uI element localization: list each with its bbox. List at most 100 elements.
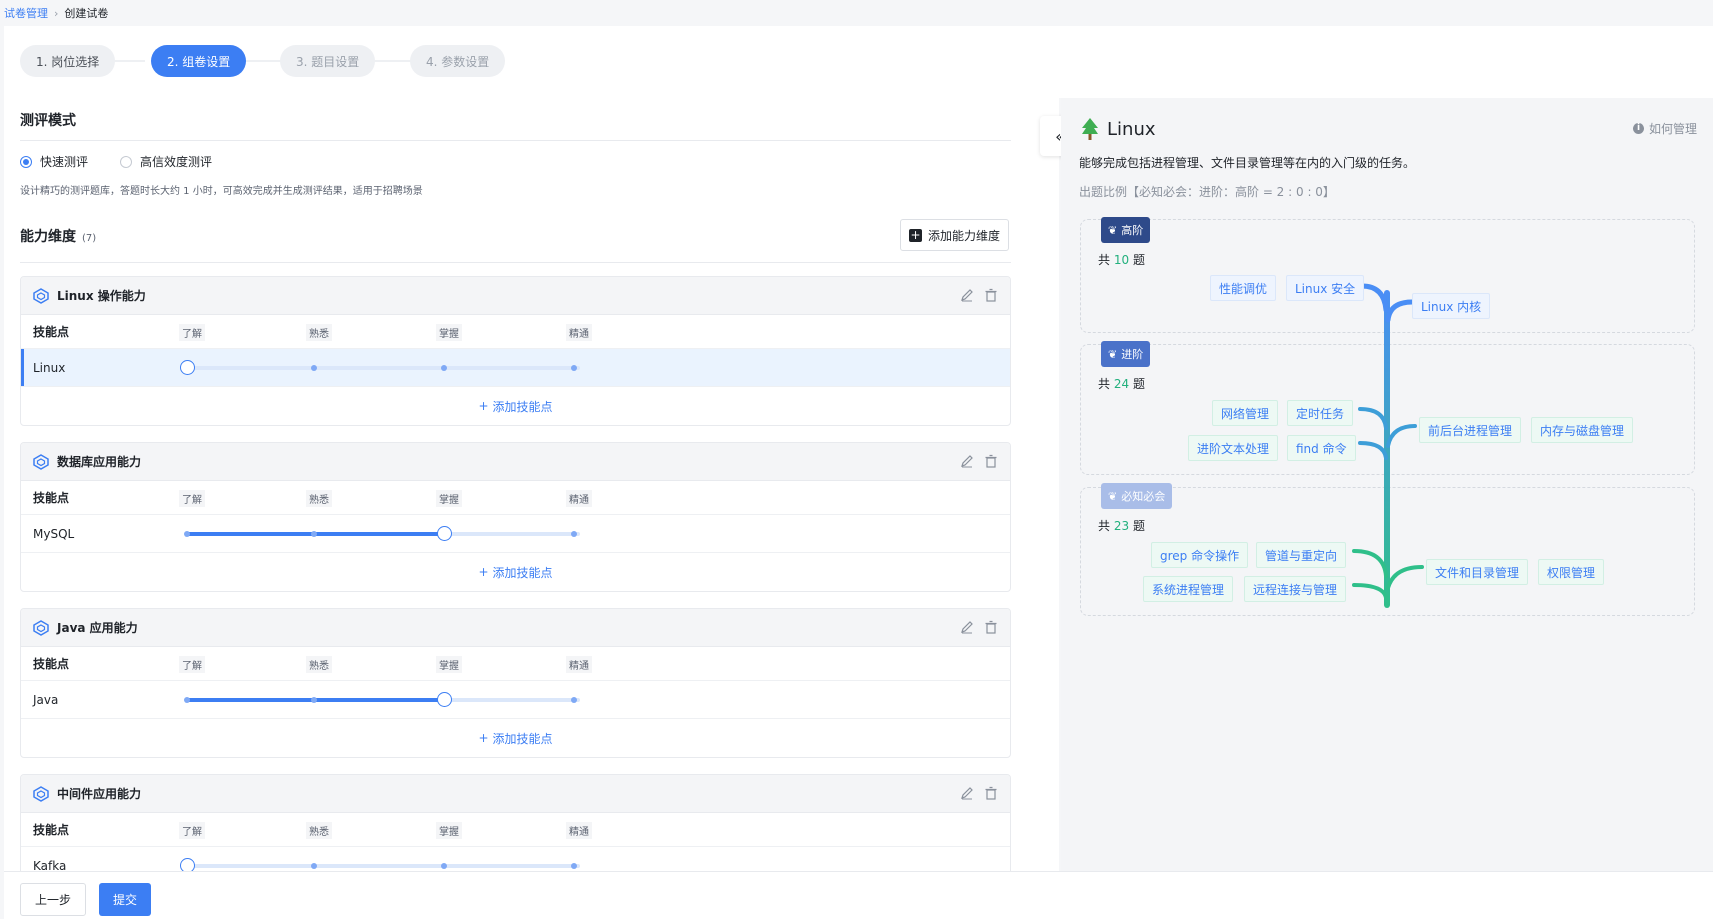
- topic-tag[interactable]: 进阶文本处理: [1188, 435, 1279, 461]
- trash-icon[interactable]: [984, 454, 998, 471]
- radio-quick[interactable]: 快速测评: [20, 153, 88, 170]
- how-to-manage-link[interactable]: i 如何管理: [1632, 120, 1697, 137]
- submit-button[interactable]: 提交: [99, 883, 152, 916]
- leaf-icon: ❦: [1108, 489, 1118, 503]
- radio-label: 快速测评: [40, 155, 89, 169]
- skill-name: Kafka: [33, 859, 67, 871]
- tree-title: Linux: [1081, 118, 1156, 140]
- trash-icon[interactable]: [984, 786, 998, 803]
- hexagon-icon: [33, 619, 49, 636]
- config-panel: 测评模式 快速测评 高信效度测评 设计精巧的测评题库，答题时长大约 1 小时，可…: [4, 98, 1059, 871]
- plus-icon: +: [478, 565, 489, 579]
- slider-handle[interactable]: [180, 858, 195, 871]
- panel-description: 能够完成包括进程管理、文件目录管理等在内的入门级的任务。: [1079, 156, 1416, 170]
- ability-card-header: 中间件应用能力: [21, 775, 1010, 813]
- trash-icon[interactable]: [984, 288, 998, 305]
- level-slider[interactable]: [180, 858, 580, 871]
- add-skill-label: 添加技能点: [492, 731, 553, 746]
- topic-tag[interactable]: 远程连接与管理: [1244, 576, 1347, 602]
- tier-count-number: 24: [1113, 377, 1130, 391]
- ability-card: 中间件应用能力 技能点 了解 熟悉 掌握 精通 Kafka: [20, 774, 1011, 871]
- chevron-right-icon: ›: [54, 6, 59, 20]
- slider-tick: [441, 863, 447, 869]
- panel-ratio: 出题比例【必知必会：进阶：高阶 = 2 : 0 : 0】: [1079, 185, 1335, 199]
- tier-count-number: 10: [1113, 253, 1130, 267]
- trash-icon[interactable]: [984, 620, 998, 637]
- level-label: 精通: [566, 490, 592, 507]
- slider-tick: [441, 365, 447, 371]
- ability-title: 数据库应用能力: [57, 455, 142, 469]
- breadcrumb-parent-link[interactable]: 试卷管理: [4, 5, 48, 21]
- topic-tag[interactable]: grep 命令操作: [1151, 542, 1249, 568]
- skill-table-header: 技能点 了解 熟悉 掌握 精通: [21, 647, 1010, 681]
- level-label: 熟悉: [306, 822, 332, 839]
- skill-header-label: 技能点: [33, 657, 70, 671]
- level-label: 熟悉: [306, 490, 332, 507]
- edit-icon[interactable]: [960, 620, 974, 637]
- topic-tag[interactable]: 定时任务: [1287, 400, 1354, 426]
- skill-header-label: 技能点: [33, 325, 70, 339]
- skill-row[interactable]: MySQL: [21, 515, 1010, 553]
- skill-row[interactable]: Linux: [21, 349, 1010, 387]
- edit-icon[interactable]: [960, 454, 974, 471]
- level-slider[interactable]: [180, 360, 580, 375]
- step-2[interactable]: 2. 组卷设置: [151, 45, 247, 77]
- slider-tick: [571, 365, 577, 371]
- topic-tag[interactable]: 内存与磁盘管理: [1531, 417, 1634, 443]
- step-connector: [370, 60, 415, 62]
- topic-tag[interactable]: 性能调优: [1210, 275, 1277, 301]
- add-skill-button[interactable]: + 添加技能点: [21, 719, 1010, 757]
- slider-tick: [184, 531, 190, 537]
- add-ability-label: 添加能力维度: [928, 228, 1001, 243]
- add-ability-button[interactable]: + 添加能力维度: [900, 219, 1010, 251]
- level-label: 精通: [566, 822, 592, 839]
- level-label: 了解: [179, 822, 205, 839]
- hexagon-icon: [33, 287, 49, 304]
- tier-badge-basic: ❦ 必知必会: [1101, 483, 1173, 509]
- radio-high[interactable]: 高信效度测评: [120, 153, 212, 170]
- edit-icon[interactable]: [960, 786, 974, 803]
- hexagon-icon: [33, 785, 49, 802]
- slider-handle[interactable]: [437, 526, 452, 541]
- skill-row[interactable]: Java: [21, 681, 1010, 719]
- add-skill-button[interactable]: + 添加技能点: [21, 387, 1010, 425]
- leaf-icon: ❦: [1108, 223, 1118, 237]
- slider-tick: [311, 365, 317, 371]
- abilities-count: (7): [82, 233, 97, 244]
- edit-icon[interactable]: [960, 288, 974, 305]
- tree-icon: [1082, 118, 1098, 140]
- skill-name: Linux: [33, 361, 66, 375]
- level-slider[interactable]: [184, 692, 580, 707]
- level-label: 了解: [179, 324, 205, 341]
- step-3[interactable]: 3. 题目设置: [280, 45, 376, 77]
- topic-tag[interactable]: Linux 内核: [1412, 293, 1491, 319]
- topic-tag[interactable]: 网络管理: [1212, 400, 1279, 426]
- add-skill-label: 添加技能点: [492, 399, 553, 414]
- step-1[interactable]: 1. 岗位选择: [20, 45, 116, 77]
- level-slider[interactable]: [184, 526, 580, 541]
- how-to-manage-label: 如何管理: [1648, 122, 1697, 136]
- prev-step-button[interactable]: 上一步: [20, 883, 87, 916]
- tier-count: 共 10 题: [1098, 253, 1145, 267]
- topic-tag[interactable]: 权限管理: [1538, 559, 1605, 585]
- skill-row[interactable]: Kafka: [21, 847, 1010, 871]
- topic-tag[interactable]: 前后台进程管理: [1419, 417, 1522, 443]
- radio-dot: [120, 155, 132, 168]
- skill-header-label: 技能点: [33, 491, 70, 505]
- topic-tag[interactable]: find 命令: [1287, 435, 1356, 461]
- level-label: 精通: [566, 656, 592, 673]
- topic-tag[interactable]: 管道与重定向: [1256, 542, 1347, 568]
- topic-tag[interactable]: 文件和目录管理: [1426, 559, 1529, 585]
- topic-tag[interactable]: 系统进程管理: [1143, 576, 1234, 602]
- breadcrumb: 试卷管理 › 创建试卷: [4, 5, 108, 21]
- plus-icon: +: [909, 227, 922, 242]
- add-skill-button[interactable]: + 添加技能点: [21, 553, 1010, 591]
- topic-tag[interactable]: Linux 安全: [1286, 275, 1365, 301]
- step-4[interactable]: 4. 参数设置: [410, 45, 506, 77]
- plus-icon: +: [478, 731, 489, 745]
- slider-handle[interactable]: [180, 360, 195, 375]
- skill-table-header: 技能点 了解 熟悉 掌握 精通: [21, 315, 1010, 349]
- tier-count-number: 23: [1113, 519, 1130, 533]
- radio-dot: [20, 155, 32, 168]
- slider-handle[interactable]: [437, 692, 452, 707]
